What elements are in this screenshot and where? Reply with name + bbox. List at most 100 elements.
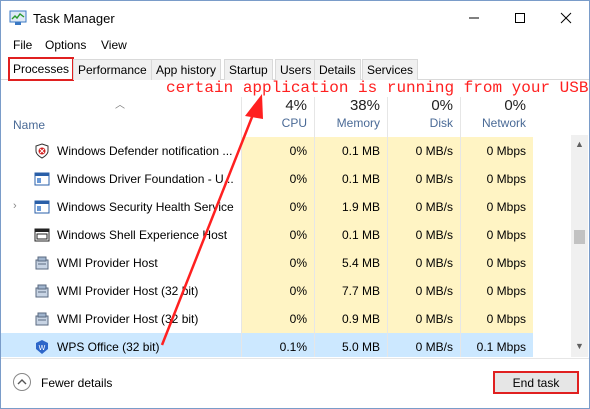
disk-value: 0 MB/s [387,277,460,305]
title-bar: Task Manager [1,1,589,35]
process-name: WMI Provider Host (32 bit) [57,284,199,298]
network-label: Network [481,116,526,130]
network-value: 0 Mbps [460,193,533,221]
task-manager-window: Task Manager File Options View Processes… [0,0,590,409]
cpu-value: 0% [241,277,314,305]
memory-value: 0.1 MB [314,221,387,249]
network-value: 0.1 Mbps [460,333,533,357]
name-cell: WMI Provider Host [1,249,241,277]
column-header-network[interactable]: 0% Network [460,97,533,135]
table-row[interactable]: WMI Provider Host (32 bit) 0% 0.9 MB 0 M… [1,305,571,333]
process-name: Windows Defender notification ... [57,144,233,158]
table-row[interactable]: › Windows Security Health Service 0% 1.9… [1,193,571,221]
column-divider [460,97,461,357]
memory-value: 0.1 MB [314,137,387,165]
tab-services[interactable]: Services [362,59,419,80]
memory-value: 5.4 MB [314,249,387,277]
wmi-icon [34,311,50,327]
tab-startup[interactable]: Startup [224,59,273,80]
scroll-down-icon[interactable]: ▼ [575,341,584,351]
network-total: 0% [504,97,526,114]
disk-total: 0% [431,97,453,114]
network-value: 0 Mbps [460,305,533,333]
window-title: Task Manager [33,11,115,26]
menu-view[interactable]: View [101,38,127,52]
close-button[interactable] [543,1,589,35]
window-icon [34,171,50,187]
tab-processes[interactable]: Processes [8,57,75,81]
name-cell: Windows Defender notification ... [1,137,241,165]
footer: Fewer details End task [1,358,589,408]
disk-value: 0 MB/s [387,137,460,165]
memory-total: 38% [349,97,380,114]
table-row[interactable]: WMI Provider Host 0% 5.4 MB 0 MB/s 0 Mbp… [1,249,571,277]
app-window-icon [34,227,50,243]
column-header-memory[interactable]: 38% Memory [314,97,387,135]
memory-value: 5.0 MB [314,333,387,357]
column-header-name[interactable]: Name [13,118,45,132]
network-value: 0 Mbps [460,165,533,193]
fewer-details-link[interactable]: Fewer details [41,376,112,390]
scroll-up-icon[interactable]: ▲ [575,139,584,149]
network-value: 0 Mbps [460,249,533,277]
table-row-selected[interactable]: W WPS Office (32 bit) 0.1% 5.0 MB 0 MB/s… [1,333,571,357]
cpu-value: 0% [241,137,314,165]
sort-chevron-icon: ︿ [115,100,125,111]
column-divider [387,97,388,357]
network-value: 0 Mbps [460,137,533,165]
process-name: WMI Provider Host (32 bit) [57,312,199,326]
column-divider [314,97,315,357]
disk-value: 0 MB/s [387,165,460,193]
column-header-cpu[interactable]: 4% CPU [241,97,314,135]
memory-label: Memory [336,116,380,130]
name-cell: Windows Driver Foundation - U... [1,165,241,193]
cpu-total: 4% [285,97,307,114]
minimize-icon [469,17,479,19]
disk-label: Disk [429,116,453,130]
memory-value: 0.1 MB [314,165,387,193]
name-cell: Windows Shell Experience Host [1,221,241,249]
scroll-thumb[interactable] [574,230,585,244]
tab-details[interactable]: Details [314,59,361,80]
table-row[interactable]: Windows Driver Foundation - U... 0% 0.1 … [1,165,571,193]
maximize-icon [515,13,525,23]
maximize-button[interactable] [497,1,543,35]
network-value: 0 Mbps [460,277,533,305]
process-name: Windows Driver Foundation - U... [57,172,234,186]
disk-value: 0 MB/s [387,333,460,357]
memory-value: 0.9 MB [314,305,387,333]
annotation-text: certain application is running from your… [166,79,589,97]
cpu-value: 0% [241,305,314,333]
shield-icon [34,143,50,159]
wmi-icon [34,255,50,271]
process-name: Windows Security Health Service [57,200,234,214]
table-row[interactable]: Windows Defender notification ... 0% 0.1… [1,137,571,165]
menu-options[interactable]: Options [45,38,86,52]
cpu-value: 0.1% [241,333,314,357]
column-header-disk[interactable]: 0% Disk [387,97,460,135]
name-cell: › Windows Security Health Service [1,193,241,221]
memory-value: 1.9 MB [314,193,387,221]
process-name: Windows Shell Experience Host [57,228,228,242]
network-value: 0 Mbps [460,221,533,249]
table-row[interactable]: Windows Shell Experience Host 0% 0.1 MB … [1,221,571,249]
disk-value: 0 MB/s [387,305,460,333]
vertical-scrollbar[interactable]: ▲ ▼ [571,135,588,357]
cpu-value: 0% [241,165,314,193]
chevron-up-icon[interactable] [13,373,31,391]
process-list: Windows Defender notification ... 0% 0.1… [1,137,571,357]
table-row[interactable]: WMI Provider Host (32 bit) 0% 7.7 MB 0 M… [1,277,571,305]
disk-value: 0 MB/s [387,249,460,277]
menu-file[interactable]: File [13,38,32,52]
tab-users[interactable]: Users [275,59,317,80]
window-icon [34,199,50,215]
name-cell: W WPS Office (32 bit) [1,333,241,357]
tab-bar: Processes Performance App history Startu… [1,57,589,81]
minimize-button[interactable] [451,1,497,35]
end-task-button[interactable]: End task [493,371,579,394]
tab-app-history[interactable]: App history [151,59,222,80]
cpu-value: 0% [241,221,314,249]
wmi-icon [34,283,50,299]
tab-performance[interactable]: Performance [73,59,152,80]
expand-chevron-icon[interactable]: › [13,200,17,212]
